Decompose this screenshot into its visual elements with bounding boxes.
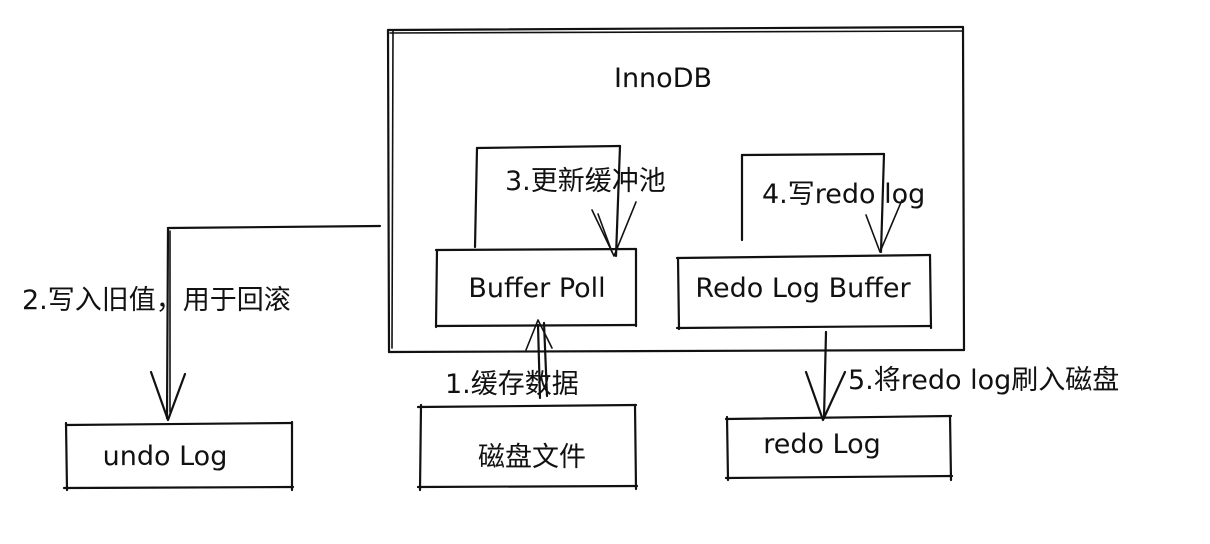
- step5-label: 5.将redo log刷入磁盘: [848, 365, 1119, 396]
- redo-log-buffer-box: Redo Log Buffer: [675, 253, 933, 331]
- disk-file-box: 磁盘文件: [416, 403, 639, 492]
- step3-arrow: [473, 144, 637, 258]
- redo-log-label: redo Log: [763, 429, 881, 460]
- undo-log-box: undo Log: [62, 420, 295, 492]
- step1-label: 1.缓存数据: [445, 369, 579, 400]
- buffer-pool-label: Buffer Poll: [468, 273, 605, 304]
- redo-log-buffer-label: Redo Log Buffer: [695, 273, 911, 304]
- buffer-pool-box: Buffer Poll: [434, 247, 638, 329]
- step2-arrow: [149, 224, 382, 422]
- disk-file-label: 磁盘文件: [478, 442, 586, 473]
- innodb-write-flow-diagram: InnoDB Buffer Poll Redo Log Buffer undo …: [22, 25, 1119, 492]
- undo-log-label: undo Log: [103, 441, 228, 472]
- step2-label: 2.写入旧值，用于回滚: [22, 285, 291, 316]
- redo-log-box: redo Log: [724, 414, 954, 482]
- step4-label: 4.写redo log: [762, 179, 925, 210]
- step5-arrow: [804, 330, 847, 422]
- step3-label: 3.更新缓冲池: [505, 166, 666, 197]
- innodb-title: InnoDB: [614, 63, 712, 94]
